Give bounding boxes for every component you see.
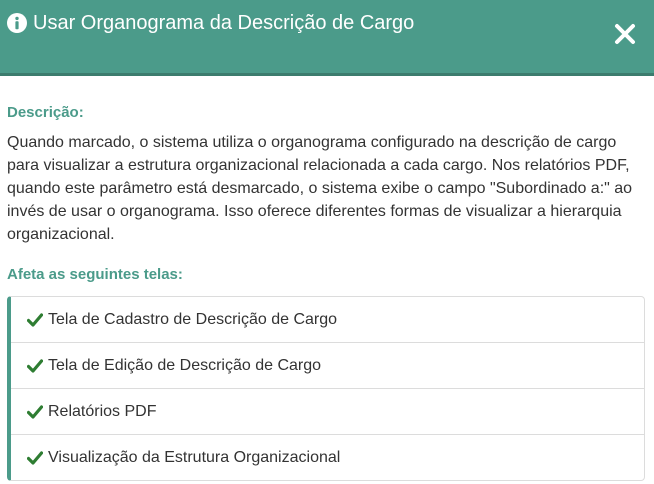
list-item-label: Visualização da Estrutura Organizacional xyxy=(48,448,341,466)
list-item-label: Tela de Edição de Descrição de Cargo xyxy=(48,356,322,374)
check-icon xyxy=(27,312,43,327)
check-icon xyxy=(27,358,43,373)
description-label: Descrição: xyxy=(7,104,84,121)
description-text: Quando marcado, o sistema utiliza o orga… xyxy=(7,134,633,243)
affected-screens-list: Tela de Cadastro de Descrição de Cargo T… xyxy=(7,296,645,481)
dialog-header: Usar Organograma da Descrição de Cargo xyxy=(0,0,654,76)
list-item: Relatórios PDF xyxy=(11,389,644,435)
check-icon xyxy=(27,404,43,419)
close-button[interactable] xyxy=(613,22,637,46)
list-item-label: Relatórios PDF xyxy=(48,402,157,420)
close-icon[interactable] xyxy=(613,22,637,46)
check-icon xyxy=(27,450,43,465)
list-item: Visualização da Estrutura Organizacional xyxy=(11,435,644,480)
info-circle-icon xyxy=(7,13,27,33)
list-item: Tela de Edição de Descrição de Cargo xyxy=(11,343,644,389)
dialog-title: Usar Organograma da Descrição de Cargo xyxy=(33,12,415,34)
affected-screens-label: Afeta as seguintes telas: xyxy=(7,266,183,283)
list-item-label: Tela de Cadastro de Descrição de Cargo xyxy=(48,310,338,328)
list-item: Tela de Cadastro de Descrição de Cargo xyxy=(11,297,644,343)
